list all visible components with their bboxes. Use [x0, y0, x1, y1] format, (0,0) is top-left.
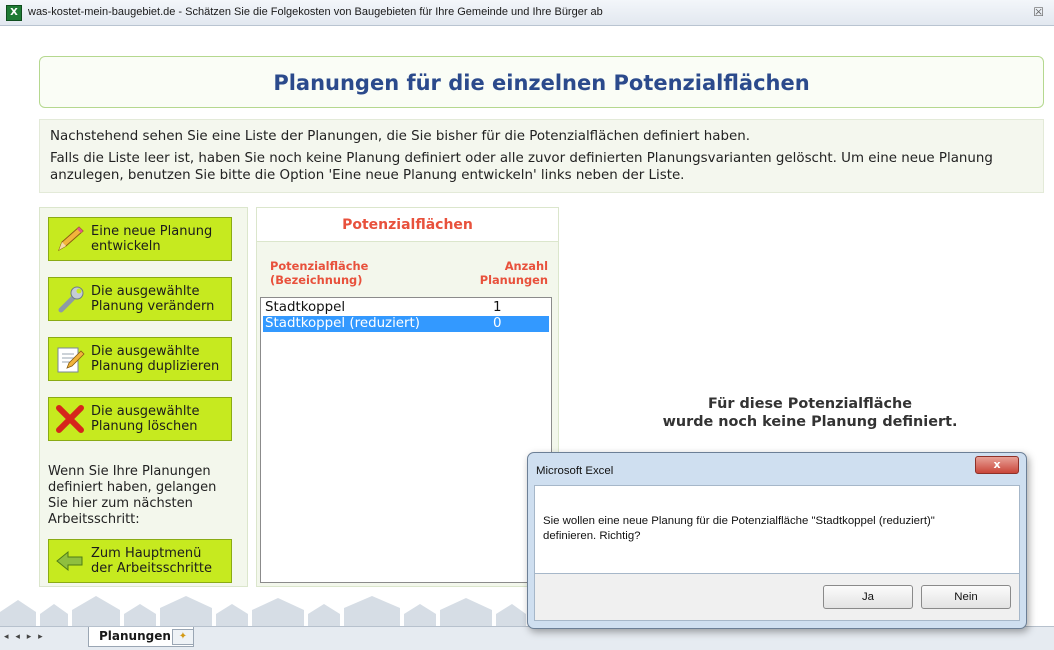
delete-planning-label-1: Die ausgewählte — [91, 404, 200, 419]
no-planning-line-2: wurde noch keine Planung definiert. — [662, 414, 958, 430]
info-line-1: Nachstehend sehen Sie eine Liste der Pla… — [50, 129, 750, 144]
list-item-count: 1 — [493, 300, 502, 315]
col-header-count-line-2: Planungen — [479, 273, 548, 287]
dialog-close-button[interactable]: x — [975, 456, 1019, 474]
info-box: Nachstehend sehen Sie eine Liste der Pla… — [39, 119, 1044, 193]
col-header-name-line-2: (Bezeichnung) — [270, 273, 363, 287]
delete-planning-button[interactable]: Die ausgewählte Planung löschen — [48, 397, 232, 441]
wrench-icon — [53, 282, 87, 316]
potential-areas-panel: Potenzialflächen Potenzialfläche (Bezeic… — [256, 207, 559, 587]
dialog-title: Microsoft Excel — [536, 465, 614, 477]
info-line-3: anzulegen, benutzen Sie bitte die Option… — [50, 168, 685, 183]
delete-planning-label-2: Planung löschen — [91, 419, 198, 434]
document-edit-icon — [53, 342, 87, 376]
no-planning-message: Für diese Potenzialfläche wurde noch kei… — [600, 395, 1020, 431]
confirm-dialog: Microsoft Excel x Sie wollen eine neue P… — [527, 452, 1027, 629]
no-planning-line-1: Für diese Potenzialfläche — [708, 396, 912, 412]
insert-sheet-icon[interactable]: ✦ — [172, 629, 194, 645]
potential-areas-listbox[interactable]: Stadtkoppel 1 Stadtkoppel (reduziert) 0 — [260, 297, 552, 583]
edit-planning-button[interactable]: Die ausgewählte Planung verändern — [48, 277, 232, 321]
actions-panel: Eine neue Planung entwickeln Die ausgewäh… — [39, 207, 248, 587]
list-item-name: Stadtkoppel — [265, 300, 346, 315]
red-x-icon — [53, 402, 87, 436]
col-header-count: Anzahl Planungen — [480, 259, 548, 287]
page-header: Planungen für die einzelnen Potenzialflä… — [39, 56, 1044, 108]
hint-line-4: Arbeitsschritt: — [48, 512, 140, 527]
next-step-hint: Wenn Sie Ihre Planungen definiert haben,… — [48, 464, 238, 528]
sheet-nav-arrows[interactable]: ◂ ◂ ▸ ▸ — [4, 632, 45, 642]
col-header-name: Potenzialfläche (Bezeichnung) — [270, 259, 368, 287]
page-title: Planungen für die einzelnen Potenzialflä… — [273, 71, 810, 95]
main-menu-label-2: der Arbeitsschritte — [91, 561, 213, 576]
col-header-name-line-1: Potenzialfläche — [270, 259, 369, 273]
sheet-tab-bar: ◂ ◂ ▸ ▸ Planungen 2 ✦ — [0, 626, 1054, 650]
info-line-2: Falls die Liste leer ist, haben Sie noch… — [50, 151, 993, 166]
no-button[interactable]: Nein — [921, 585, 1011, 609]
list-item[interactable]: Stadtkoppel 1 — [263, 300, 549, 316]
dialog-message: Sie wollen eine neue Planung für die Pot… — [543, 514, 1013, 544]
list-item-selected[interactable]: Stadtkoppel (reduziert) 0 — [263, 316, 549, 332]
dialog-body: Sie wollen eine neue Planung für die Pot… — [534, 485, 1020, 574]
duplicate-planning-label-2: Planung duplizieren — [91, 359, 220, 374]
window-close-button[interactable]: ☒ — [1033, 5, 1044, 19]
potential-areas-title: Potenzialflächen — [257, 208, 558, 242]
window-title: was-kostet-mein-baugebiet.de - Schätzen … — [28, 6, 603, 18]
new-planning-button[interactable]: Eine neue Planung entwickeln — [48, 217, 232, 261]
duplicate-planning-button[interactable]: Die ausgewählte Planung duplizieren — [48, 337, 232, 381]
edit-planning-label-2: Planung verändern — [91, 299, 215, 314]
new-planning-label-2: entwickeln — [91, 239, 161, 254]
main-menu-label-1: Zum Hauptmenü — [91, 546, 202, 561]
pencil-icon — [53, 222, 87, 256]
excel-app-icon: X — [6, 5, 22, 21]
new-planning-label-1: Eine neue Planung — [91, 224, 213, 239]
dialog-message-line-1: Sie wollen eine neue Planung für die Pot… — [543, 515, 935, 527]
yes-button[interactable]: Ja — [823, 585, 913, 609]
edit-planning-label-1: Die ausgewählte — [91, 284, 200, 299]
col-header-count-line-1: Anzahl — [504, 259, 548, 273]
dialog-footer: Ja Nein — [534, 574, 1020, 621]
main-menu-button[interactable]: Zum Hauptmenü der Arbeitsschritte — [48, 539, 232, 583]
hint-line-3: Sie hier zum nächsten — [48, 496, 193, 511]
dialog-message-line-2: definieren. Richtig? — [543, 530, 641, 542]
list-item-name: Stadtkoppel (reduziert) — [265, 316, 421, 331]
arrow-left-icon — [53, 544, 87, 578]
list-item-count: 0 — [493, 316, 502, 331]
duplicate-planning-label-1: Die ausgewählte — [91, 344, 200, 359]
window-titlebar: X was-kostet-mein-baugebiet.de - Schätze… — [0, 0, 1054, 26]
hint-line-2: definiert haben, gelangen — [48, 480, 217, 495]
hint-line-1: Wenn Sie Ihre Planungen — [48, 464, 211, 479]
